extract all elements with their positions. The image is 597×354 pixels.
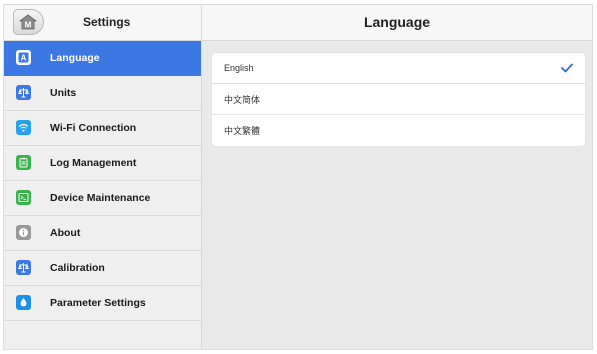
sidebar-item-label: Wi-Fi Connection: [50, 122, 137, 134]
sidebar-item-label: About: [50, 227, 81, 239]
wifi-icon: [16, 120, 31, 135]
language-option-english[interactable]: English: [212, 53, 585, 84]
language-option-traditional-chinese[interactable]: 中文繁體: [212, 115, 585, 146]
sidebar-item-label: Parameter Settings: [50, 297, 146, 309]
settings-title: Settings: [83, 15, 131, 29]
svg-text:A: A: [21, 54, 27, 63]
sidebar-item-wifi-connection[interactable]: Wi-Fi Connection: [4, 111, 201, 146]
language-option-simplified-chinese[interactable]: 中文简体: [212, 84, 585, 115]
clipboard-icon: [16, 155, 31, 170]
sidebar-item-device-maintenance[interactable]: Device Maintenance: [4, 181, 201, 216]
sidebar-item-label: Language: [50, 52, 100, 64]
home-button[interactable]: M: [13, 9, 44, 35]
sidebar-item-label: Units: [50, 87, 77, 99]
units-icon: [16, 85, 31, 100]
language-option-label: 中文简体: [224, 94, 261, 105]
content-pane: English 中文简体 中文繁體: [202, 41, 592, 349]
drop-icon: [16, 295, 31, 310]
sidebar-item-about[interactable]: About: [4, 216, 201, 251]
svg-text:M: M: [25, 21, 32, 30]
home-icon: M: [19, 14, 37, 30]
sidebar-item-language[interactable]: A Language: [4, 41, 201, 76]
sidebar-item-calibration[interactable]: Calibration: [4, 251, 201, 286]
info-icon: [16, 225, 31, 240]
sidebar-item-label: Log Management: [50, 157, 137, 169]
calibration-icon: [16, 260, 31, 275]
language-option-label: 中文繁體: [224, 126, 261, 136]
sidebar-item-label: Calibration: [50, 262, 105, 274]
language-icon: A: [16, 50, 31, 65]
terminal-icon: [16, 190, 31, 205]
top-bar: M Settings Language: [4, 5, 592, 41]
language-option-label: English: [224, 63, 254, 73]
sidebar-item-units[interactable]: Units: [4, 76, 201, 111]
sidebar-item-label: Device Maintenance: [50, 192, 151, 204]
page-title: Language: [363, 14, 431, 30]
sidebar-item-parameter-settings[interactable]: Parameter Settings: [4, 286, 201, 321]
language-list: English 中文简体 中文繁體: [212, 53, 585, 146]
settings-window: M Settings Language A Language Units Wi-…: [3, 4, 593, 350]
sidebar-item-log-management[interactable]: Log Management: [4, 146, 201, 181]
top-bar-left: M Settings: [4, 5, 202, 40]
checkmark-icon: [561, 63, 573, 73]
sidebar: A Language Units Wi-Fi Connection Log Ma…: [4, 41, 202, 349]
